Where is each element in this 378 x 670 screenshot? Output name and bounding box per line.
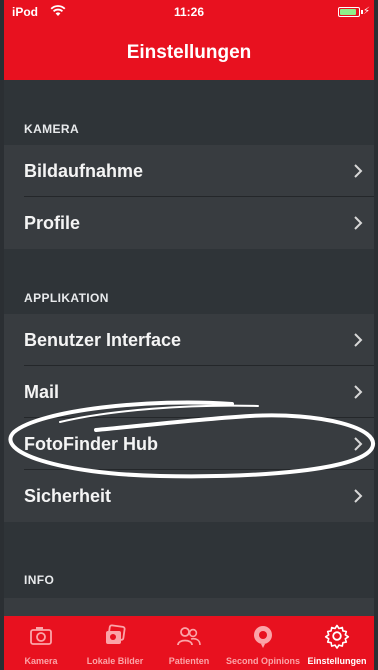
tab-label: Kamera <box>24 656 58 666</box>
chevron-right-icon <box>354 333 363 347</box>
top-bar: iPod 11:26 ⚡ Einstellungen <box>4 0 374 80</box>
settings-row-mail[interactable]: Mail <box>4 366 374 418</box>
settings-list[interactable]: KAMERA Bildaufnahme Profile APPLIKATION … <box>4 80 374 616</box>
settings-row-info-partial[interactable] <box>4 598 374 616</box>
settings-screen: iPod 11:26 ⚡ Einstellungen KAMERA Bildau… <box>0 0 378 670</box>
battery-level <box>340 9 356 15</box>
chevron-right-icon <box>354 437 363 451</box>
page-title: Einstellungen <box>126 42 252 63</box>
settings-row-sicherheit[interactable]: Sicherheit <box>4 470 374 522</box>
tab-label: Lokale Bilder <box>86 656 144 666</box>
chevron-right-icon <box>354 164 363 178</box>
tab-lokale-bilder[interactable]: Lokale Bilder <box>78 616 152 670</box>
second-opinion-icon <box>254 626 272 648</box>
tab-label: Second Opinions <box>226 656 301 666</box>
clock-label: 11:26 <box>173 5 205 19</box>
battery-icon <box>338 7 363 17</box>
patients-icon <box>177 627 201 646</box>
camera-icon <box>30 627 52 645</box>
row-label: Profile <box>24 213 81 233</box>
row-label: Mail <box>24 382 60 402</box>
section-header-kamera: KAMERA <box>24 122 80 136</box>
settings-row-fotofinder-hub[interactable]: FotoFinder Hub <box>4 418 374 470</box>
settings-row-profile[interactable]: Profile <box>4 197 374 249</box>
section-header-info: INFO <box>24 573 55 587</box>
tab-einstellungen[interactable]: Einstellungen <box>300 616 374 670</box>
tab-kamera[interactable]: Kamera <box>4 616 78 670</box>
row-label: Bildaufnahme <box>24 161 144 181</box>
chevron-right-icon <box>354 216 363 230</box>
section-header-applikation: APPLIKATION <box>24 291 109 305</box>
settings-row-benutzer-interface[interactable]: Benutzer Interface <box>4 314 374 366</box>
tab-second-opinions[interactable]: Second Opinions <box>226 616 300 670</box>
settings-row-bildaufnahme[interactable]: Bildaufnahme <box>4 145 374 197</box>
charging-icon: ⚡ <box>362 6 370 17</box>
tab-label: Patienten <box>168 656 210 666</box>
photo-stack-icon <box>106 624 126 644</box>
gear-icon <box>324 624 350 649</box>
chevron-right-icon <box>354 385 363 399</box>
chevron-right-icon <box>354 489 363 503</box>
tab-label: Einstellungen <box>307 656 367 666</box>
tab-patienten[interactable]: Patienten <box>152 616 226 670</box>
tab-bar: Kamera Lokale Bilder Patienten Second Op… <box>4 616 374 670</box>
status-bar: iPod 11:26 ⚡ <box>4 0 374 24</box>
row-label: Benutzer Interface <box>24 330 182 350</box>
row-label: FotoFinder Hub <box>24 434 158 454</box>
row-label: Sicherheit <box>24 486 112 506</box>
